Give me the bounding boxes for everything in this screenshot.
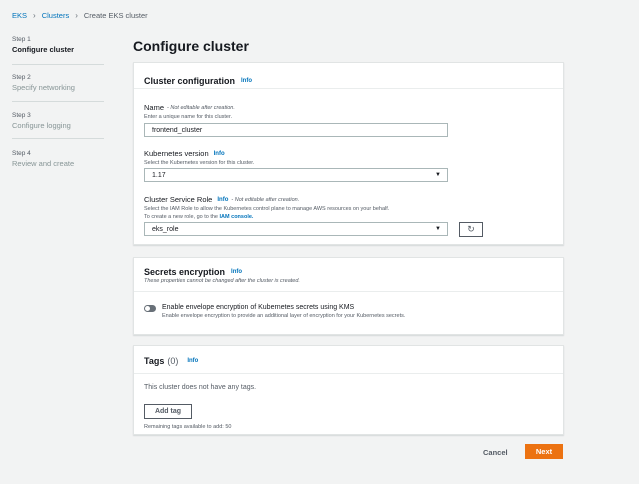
tags-remaining: Remaining tags available to add: 50: [144, 424, 232, 430]
role-description-prefix: To create a new role, go to the: [144, 213, 218, 220]
secrets-subtitle: These properties cannot be changed after…: [144, 278, 300, 284]
selected-value: 1.17: [152, 171, 166, 179]
version-field-header: Kubernetes version Info Select the Kuber…: [144, 149, 254, 168]
caret-down-icon: ▼: [435, 226, 441, 232]
selected-value: eks_role: [152, 225, 179, 233]
chevron-right-icon: ›: [75, 11, 78, 20]
chevron-right-icon: ›: [33, 11, 36, 20]
breadcrumb: EKS › Clusters › Create EKS cluster: [12, 11, 148, 20]
tags-title: Tags: [144, 356, 165, 366]
panel-title: Secrets encryption: [144, 267, 226, 277]
toggle-description: Enable envelope encryption to provide an…: [162, 313, 406, 319]
breadcrumb-current: Create EKS cluster: [83, 11, 148, 20]
step-configure-logging[interactable]: Step 3 Configure logging: [12, 112, 104, 150]
tags-panel: Tags (0) Info This cluster does not have …: [133, 345, 564, 435]
toggle-knob: [145, 306, 150, 311]
step-title: Configure logging: [12, 121, 71, 130]
step-number: Step 4: [12, 150, 31, 157]
step-configure-cluster[interactable]: Step 1 Configure cluster: [12, 36, 104, 74]
envelope-encryption-toggle[interactable]: [144, 305, 156, 312]
tags-count: (0): [167, 356, 179, 366]
iam-console-link[interactable]: IAM console.: [220, 214, 254, 220]
panel-title: Tags (0): [144, 356, 178, 366]
panel-header: Cluster configuration Info: [134, 63, 563, 89]
cluster-name-input[interactable]: [144, 123, 448, 137]
divider: [134, 291, 563, 292]
role-note: - Not editable after creation.: [231, 196, 300, 203]
name-label: Name: [144, 103, 165, 112]
divider: [12, 138, 104, 139]
add-tag-button[interactable]: Add tag: [144, 404, 192, 419]
breadcrumb-eks-link[interactable]: EKS: [12, 11, 27, 20]
toggle-label-group: Enable envelope encryption of Kubernetes…: [162, 304, 405, 321]
step-number: Step 2: [12, 74, 31, 81]
divider: [12, 64, 104, 65]
refresh-roles-button[interactable]: ↻: [459, 222, 483, 237]
cluster-configuration-panel: Cluster configuration Info Name - Not ed…: [133, 62, 564, 245]
role-description-line: Select the IAM Role to allow the Kuberne…: [144, 206, 390, 212]
breadcrumb-clusters-link[interactable]: Clusters: [42, 11, 70, 20]
toggle-label: Enable envelope encryption of Kubernetes…: [162, 304, 355, 311]
panel-title: Cluster configuration: [144, 75, 236, 86]
next-button[interactable]: Next: [525, 444, 563, 459]
info-link[interactable]: Info: [187, 358, 198, 364]
info-link[interactable]: Info: [241, 78, 252, 84]
caret-down-icon: ▼: [435, 172, 441, 178]
divider: [12, 101, 104, 102]
wizard-steps: Step 1 Configure cluster Step 2 Specify …: [12, 36, 104, 188]
refresh-icon: ↻: [467, 224, 475, 234]
step-specify-networking[interactable]: Step 2 Specify networking: [12, 74, 104, 112]
step-number: Step 3: [12, 112, 31, 119]
info-link[interactable]: Info: [231, 269, 242, 275]
role-field-header: Cluster Service Role Info - Not editable…: [144, 195, 554, 221]
step-title: Specify networking: [12, 83, 75, 92]
role-description: Select the IAM Role to allow the Kuberne…: [144, 206, 554, 221]
name-note: - Not editable after creation.: [167, 104, 235, 111]
cancel-button[interactable]: Cancel: [483, 448, 508, 457]
version-label: Kubernetes version: [144, 149, 209, 158]
secrets-encryption-panel: Secrets encryption Info These properties…: [133, 257, 564, 335]
name-field-header: Name - Not editable after creation. Ente…: [144, 103, 235, 122]
cluster-service-role-select[interactable]: eks_role ▼: [144, 222, 448, 236]
page-title: Configure cluster: [133, 38, 249, 54]
step-review-and-create[interactable]: Step 4 Review and create: [12, 150, 104, 188]
tags-empty-message: This cluster does not have any tags.: [144, 384, 257, 391]
name-description: Enter a unique name for this cluster.: [144, 114, 233, 120]
step-title: Configure cluster: [12, 45, 75, 54]
panel-header: Tags (0) Info: [134, 346, 563, 374]
role-label: Cluster Service Role: [144, 195, 213, 204]
info-link[interactable]: Info: [217, 197, 228, 203]
step-number: Step 1: [12, 36, 31, 43]
version-description: Select the Kubernetes version for this c…: [144, 160, 255, 166]
kubernetes-version-select[interactable]: 1.17 ▼: [144, 168, 448, 182]
info-link[interactable]: Info: [214, 151, 225, 157]
panel-header: Secrets encryption Info These properties…: [144, 267, 300, 286]
step-title: Review and create: [12, 159, 75, 168]
